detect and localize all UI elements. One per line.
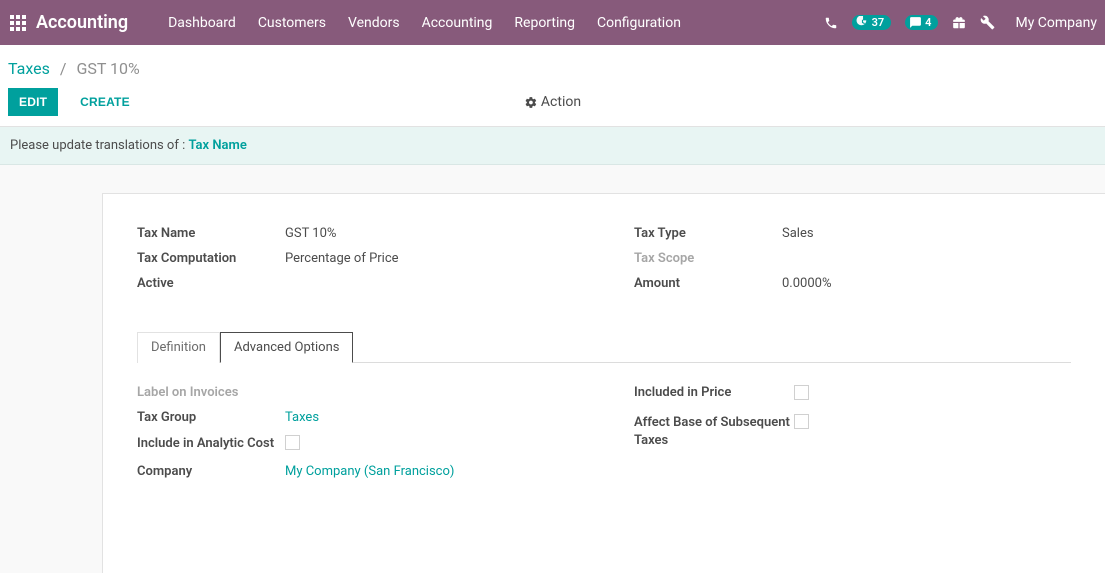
tab-advanced-options[interactable]: Advanced Options: [220, 332, 353, 363]
top-nav: Accounting Dashboard Customers Vendors A…: [0, 0, 1105, 45]
main-menu: Dashboard Customers Vendors Accounting R…: [168, 15, 681, 31]
gift-icon[interactable]: [952, 16, 966, 30]
notice-text: Please update translations of :: [10, 138, 188, 153]
tax-scope-label: Tax Scope: [634, 251, 782, 266]
included-in-price-checkbox[interactable]: [794, 385, 809, 400]
gear-icon: [524, 96, 537, 109]
tax-scope-value: [782, 251, 1071, 266]
form-right-column: Tax Type Sales Tax Scope Amount 0.0000%: [634, 226, 1071, 301]
form-sheet: Tax Name GST 10% Tax Computation Percent…: [102, 193, 1105, 573]
systray: 37 4 My Company: [824, 15, 1097, 31]
create-button[interactable]: CREATE: [70, 89, 140, 115]
tab-definition[interactable]: Definition: [137, 332, 220, 363]
label-on-invoices-label: Label on Invoices: [137, 385, 285, 400]
breadcrumb-separator: /: [60, 59, 67, 78]
phone-icon[interactable]: [824, 16, 838, 30]
discuss-count: 4: [925, 16, 931, 29]
app-brand[interactable]: Accounting: [36, 12, 128, 33]
menu-customers[interactable]: Customers: [258, 15, 326, 31]
menu-accounting[interactable]: Accounting: [422, 15, 493, 31]
company-label: Company: [137, 464, 285, 479]
edit-button[interactable]: EDIT: [8, 88, 58, 116]
include-analytic-checkbox[interactable]: [285, 435, 300, 450]
activities-count: 37: [872, 16, 885, 29]
label-on-invoices-value: [285, 385, 574, 400]
menu-vendors[interactable]: Vendors: [348, 15, 400, 31]
include-analytic-label: Include in Analytic Cost: [137, 435, 285, 454]
tax-type-label: Tax Type: [634, 226, 782, 241]
control-panel: Taxes / GST 10% EDIT CREATE Action: [0, 45, 1105, 127]
amount-label: Amount: [634, 276, 782, 291]
amount-value: 0.0000%: [782, 276, 1071, 291]
apps-icon[interactable]: [10, 15, 36, 31]
breadcrumb-parent[interactable]: Taxes: [8, 59, 50, 78]
form-left-column: Tax Name GST 10% Tax Computation Percent…: [137, 226, 574, 301]
tax-computation-label: Tax Computation: [137, 251, 285, 266]
tab-advanced-content: Label on Invoices Tax Group Taxes Includ…: [137, 363, 1071, 489]
activities-button[interactable]: 37: [852, 15, 892, 30]
company-value[interactable]: My Company (San Francisco): [285, 464, 574, 479]
breadcrumb-current: GST 10%: [76, 59, 139, 78]
active-label: Active: [137, 276, 285, 291]
tabs: Definition Advanced Options: [137, 331, 1071, 363]
menu-configuration[interactable]: Configuration: [597, 15, 681, 31]
action-dropdown[interactable]: Action: [524, 94, 581, 110]
tax-group-value[interactable]: Taxes: [285, 410, 574, 425]
tax-name-value: GST 10%: [285, 226, 574, 241]
affect-base-checkbox[interactable]: [794, 414, 809, 429]
action-label: Action: [541, 94, 581, 110]
tax-computation-value: Percentage of Price: [285, 251, 574, 266]
tax-type-value: Sales: [782, 226, 1071, 241]
included-in-price-label: Included in Price: [634, 385, 794, 404]
wrench-icon[interactable]: [980, 15, 995, 30]
discuss-button[interactable]: 4: [905, 15, 938, 30]
menu-dashboard[interactable]: Dashboard: [168, 15, 236, 31]
menu-reporting[interactable]: Reporting: [514, 15, 575, 31]
affect-base-label: Affect Base of Subsequent Taxes: [634, 414, 794, 449]
notice-link[interactable]: Tax Name: [188, 138, 246, 153]
company-selector[interactable]: My Company: [1015, 15, 1097, 31]
tax-group-label: Tax Group: [137, 410, 285, 425]
translation-notice: Please update translations of : Tax Name: [0, 127, 1105, 165]
breadcrumb: Taxes / GST 10%: [0, 45, 1105, 88]
tax-name-label: Tax Name: [137, 226, 285, 241]
